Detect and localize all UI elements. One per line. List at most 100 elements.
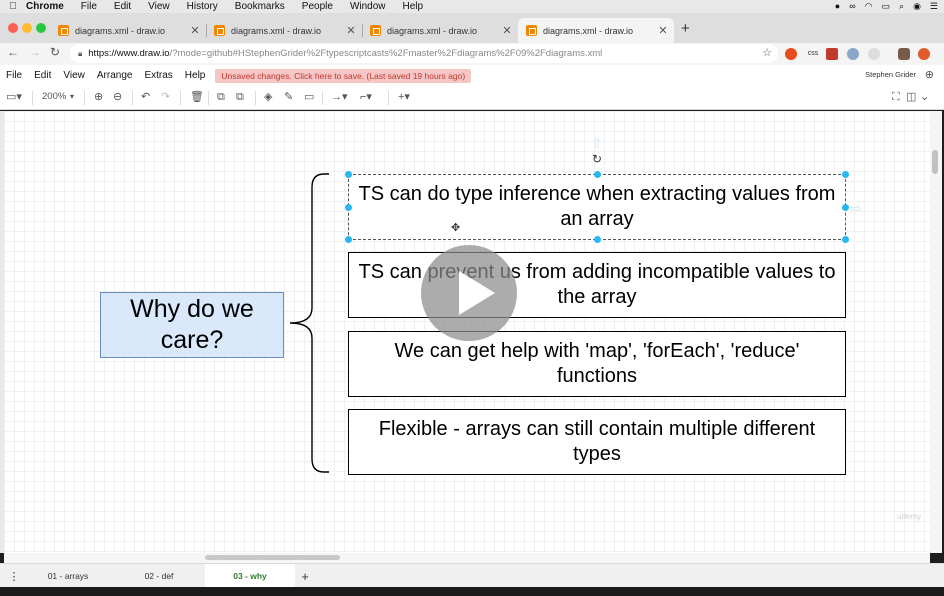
extension-blue-icon[interactable] — [847, 48, 859, 60]
resize-handle-w[interactable] — [345, 204, 352, 211]
lock-icon[interactable]: 🔒︎ — [78, 49, 82, 59]
css-extension-icon[interactable]: css — [805, 48, 821, 60]
menu-view[interactable]: View — [148, 1, 170, 12]
horizontal-scroll-thumb[interactable] — [205, 555, 340, 560]
drawio-menu-file[interactable]: File — [6, 70, 22, 81]
menu-window[interactable]: Window — [350, 1, 386, 12]
resize-handle-s[interactable] — [594, 236, 601, 243]
resize-handle-n[interactable] — [594, 171, 601, 178]
pages-menu-icon[interactable]: ⋮ — [6, 564, 22, 588]
resize-handle-sw[interactable] — [345, 236, 352, 243]
minimize-window-icon[interactable] — [22, 23, 32, 33]
browser-tab-4-active[interactable]: diagrams.xml - draw.io ✕ — [518, 18, 674, 43]
to-back-icon[interactable]: ⧉ — [236, 90, 244, 104]
connection-style-icon[interactable]: →▾ — [331, 90, 348, 104]
play-icon — [459, 271, 495, 315]
point-text: Flexible - arrays can still contain mult… — [378, 418, 816, 465]
record-icon[interactable]: ● — [835, 0, 840, 13]
resize-handle-e[interactable] — [842, 204, 849, 211]
page-tab-3-active[interactable]: 03 - why — [205, 564, 295, 588]
menu-history[interactable]: History — [187, 1, 218, 12]
menu-edit[interactable]: Edit — [114, 1, 131, 12]
resize-handle-ne[interactable] — [842, 171, 849, 178]
close-tab-icon[interactable]: ✕ — [500, 24, 514, 37]
browser-toolbar: ← → ↻ 🔒︎ https://www.draw.io /?mode=gith… — [0, 43, 944, 65]
drawio-toolbar: ▭▾ 200% ▾ ⊕ ⊖ ↶ ↷ 🗑︎ ⧉ ⧉ ◈ ✎ ▭ →▾ ⌐▾ +▾ … — [0, 86, 944, 110]
curly-brace-shape[interactable] — [284, 173, 334, 475]
address-bar[interactable]: 🔒︎ https://www.draw.io /?mode=github#HSt… — [70, 44, 778, 63]
extension-gray-icon[interactable] — [868, 48, 880, 60]
format-panel-toggle-icon[interactable]: ▭▾ — [6, 90, 22, 104]
language-globe-icon[interactable]: ⊕ — [925, 68, 934, 81]
close-tab-icon[interactable]: ✕ — [344, 24, 358, 37]
extension-red-icon[interactable] — [826, 48, 838, 60]
browser-tab-3[interactable]: diagrams.xml - draw.io ✕ — [362, 18, 518, 43]
unsaved-changes-button[interactable]: Unsaved changes. Click here to save. (La… — [215, 68, 472, 83]
menu-chrome[interactable]: Chrome — [26, 1, 64, 12]
zoom-dropdown[interactable]: 200% — [42, 90, 66, 104]
ublock-extension-icon[interactable] — [785, 48, 797, 60]
drawio-menu-arrange[interactable]: Arrange — [97, 70, 133, 81]
redo-icon[interactable]: ↷ — [161, 90, 170, 104]
point-box-4[interactable]: Flexible - arrays can still contain mult… — [348, 409, 846, 475]
battery-icon[interactable]: ▭ — [882, 0, 891, 13]
drawio-menu-edit[interactable]: Edit — [34, 70, 51, 81]
vertical-scrollbar[interactable] — [930, 111, 942, 553]
resize-handle-se[interactable] — [842, 236, 849, 243]
notification-center-icon[interactable]: ☰ — [930, 0, 938, 13]
search-icon[interactable]: ⌕ — [899, 0, 904, 13]
back-icon[interactable]: ← — [7, 45, 19, 59]
bookmark-star-icon[interactable]: ☆ — [762, 46, 772, 59]
line-color-icon[interactable]: ✎ — [284, 90, 293, 104]
page-tab-1[interactable]: 01 - arrays — [22, 564, 114, 588]
undo-icon[interactable]: ↶ — [141, 90, 150, 104]
vertical-scroll-thumb[interactable] — [932, 150, 938, 174]
menu-people[interactable]: People — [302, 1, 333, 12]
close-window-icon[interactable] — [8, 23, 18, 33]
point-box-1[interactable]: TS can do type inference when extracting… — [348, 174, 846, 240]
waypoints-icon[interactable]: ⌐▾ — [360, 90, 372, 104]
format-panel-icon[interactable]: ◫ — [906, 90, 916, 104]
clone-arrow-right-icon[interactable]: ⇨ — [850, 200, 862, 217]
video-play-button[interactable] — [421, 245, 517, 341]
close-tab-icon[interactable]: ✕ — [656, 24, 670, 37]
shadow-icon[interactable]: ▭ — [304, 90, 314, 104]
insert-plus-icon[interactable]: +▾ — [398, 90, 410, 104]
zoom-in-icon[interactable]: ⊕ — [94, 90, 103, 104]
close-tab-icon[interactable]: ✕ — [188, 24, 202, 37]
menu-help[interactable]: Help — [403, 1, 424, 12]
zoom-out-icon[interactable]: ⊖ — [113, 90, 122, 104]
clone-arrow-up-icon[interactable]: ⇧ — [591, 135, 603, 152]
to-front-icon[interactable]: ⧉ — [217, 90, 225, 104]
page-tab-2[interactable]: 02 - def — [114, 564, 204, 588]
menu-bookmarks[interactable]: Bookmarks — [235, 1, 285, 12]
toolbar-divider — [32, 91, 33, 105]
glasses-icon[interactable]: ∞ — [849, 0, 855, 13]
collapse-icon[interactable]: ⌄ — [920, 90, 929, 104]
horizontal-scrollbar[interactable] — [4, 553, 930, 563]
maximize-window-icon[interactable] — [36, 23, 46, 33]
siri-icon[interactable]: ◉ — [913, 0, 921, 13]
drawio-menu-extras[interactable]: Extras — [144, 70, 172, 81]
rotate-handle-icon[interactable]: ↻ — [592, 152, 602, 166]
drawio-favicon-icon — [214, 25, 225, 36]
heading-shape[interactable]: Why do we care? — [100, 292, 284, 358]
new-tab-button[interactable]: + — [681, 20, 690, 37]
drawio-menu-view[interactable]: View — [63, 70, 85, 81]
browser-tab-2[interactable]: diagrams.xml - draw.io ✕ — [206, 18, 362, 43]
drawio-menu-help[interactable]: Help — [185, 70, 206, 81]
wifi-icon[interactable]: ◠ — [865, 0, 873, 13]
apple-icon[interactable]:  — [0, 1, 26, 12]
resize-handle-nw[interactable] — [345, 171, 352, 178]
browser-tab-1[interactable]: diagrams.xml - draw.io ✕ — [50, 18, 206, 43]
fill-color-icon[interactable]: ◈ — [264, 90, 272, 104]
profile-avatar[interactable] — [898, 48, 910, 60]
reload-icon[interactable]: ↻ — [50, 45, 60, 59]
fullscreen-icon[interactable]: ⛶ — [892, 90, 900, 104]
delete-icon[interactable]: 🗑︎ — [190, 90, 204, 104]
menu-file[interactable]: File — [81, 1, 97, 12]
chrome-menu-icon[interactable] — [918, 48, 930, 60]
forward-icon[interactable]: → — [29, 45, 41, 59]
user-name[interactable]: Stephen Grider — [865, 70, 916, 79]
add-page-button[interactable]: + — [297, 564, 313, 588]
